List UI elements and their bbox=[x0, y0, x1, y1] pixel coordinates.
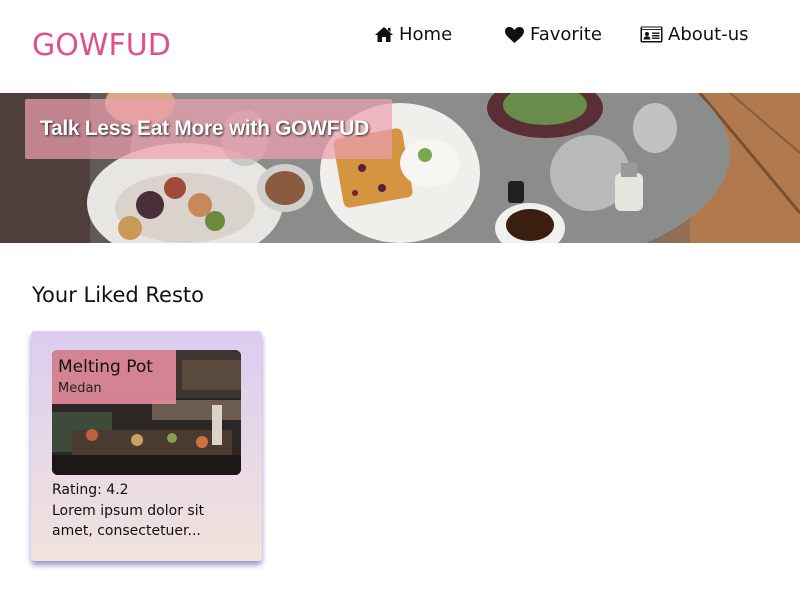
restaurant-card[interactable]: Melting Pot Medan Rating: 4.2 Lorem ipsu… bbox=[31, 331, 262, 561]
main-nav: Home Favorite About-us bbox=[0, 24, 800, 52]
restaurant-name[interactable]: Melting Pot bbox=[58, 357, 153, 377]
home-icon bbox=[374, 26, 394, 43]
nav-about-label: About-us bbox=[668, 24, 749, 45]
restaurant-rating: Rating: 4.2 bbox=[52, 482, 129, 498]
restaurant-city: Medan bbox=[58, 381, 102, 396]
nav-home-label: Home bbox=[399, 24, 453, 45]
hero-tagline: Talk Less Eat More with GOWFUD bbox=[40, 117, 369, 140]
app-header: GOWFUD Home Favorite About-us bbox=[0, 0, 800, 93]
nav-home-link[interactable]: Home bbox=[374, 24, 452, 45]
hero-banner: Talk Less Eat More with GOWFUD bbox=[0, 93, 800, 243]
restaurant-description: Lorem ipsum dolor sit amet, consectetuer… bbox=[52, 503, 205, 539]
id-card-icon bbox=[640, 26, 663, 43]
section-title: Your Liked Resto bbox=[32, 283, 204, 307]
heart-icon bbox=[504, 26, 525, 44]
nav-favorite-link[interactable]: Favorite bbox=[504, 24, 602, 45]
nav-favorite-label: Favorite bbox=[530, 24, 602, 45]
nav-about-link[interactable]: About-us bbox=[640, 24, 749, 45]
